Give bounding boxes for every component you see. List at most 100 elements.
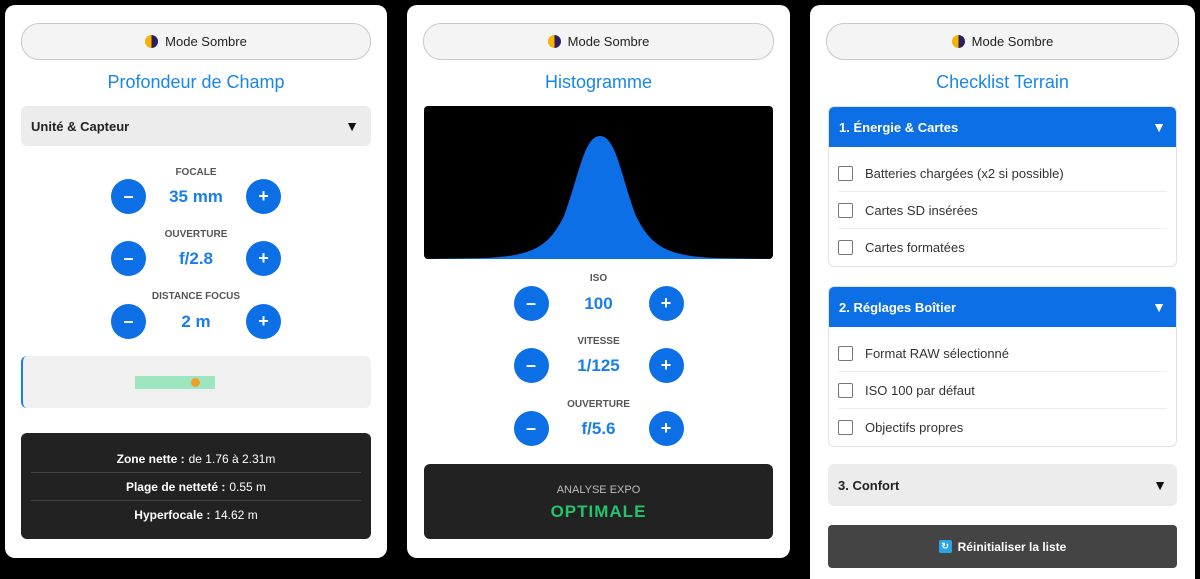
focal-value: 35 mm <box>169 186 223 206</box>
section-header-camera[interactable]: 2. Réglages Boîtier ▼ <box>829 287 1176 327</box>
checklist-title: Checklist Terrain <box>936 72 1069 92</box>
section-header-comfort[interactable]: 3. Confort ▼ <box>828 464 1177 506</box>
checklist-item[interactable]: Objectifs propres <box>838 409 1167 446</box>
half-moon-icon <box>145 35 159 48</box>
histogram-curve <box>424 136 773 259</box>
aperture-increase-button[interactable]: + <box>246 241 281 276</box>
minus-icon: – <box>525 293 536 313</box>
checklist-item[interactable]: Cartes SD insérées <box>838 192 1167 229</box>
plus-icon: + <box>660 293 672 313</box>
iso-stepper: – 100 + <box>407 286 790 321</box>
unit-sensor-accordion[interactable]: Unité & Capteur ▼ <box>21 106 371 146</box>
checklist-item-label: ISO 100 par défaut <box>865 382 975 398</box>
section-body: Format RAW sélectionné ISO 100 par défau… <box>829 327 1176 446</box>
plus-icon: + <box>258 311 269 331</box>
accordion-label: Unité & Capteur <box>31 118 130 134</box>
focal-label: FOCALE <box>175 167 217 178</box>
plus-icon: + <box>258 248 269 268</box>
result-label: Plage de netteté : <box>125 479 226 494</box>
focus-decrease-button[interactable]: – <box>111 304 146 339</box>
aperture-decrease-button[interactable]: – <box>513 411 549 446</box>
shutter-value: 1/125 <box>577 355 620 375</box>
dark-mode-label: Mode Sombre <box>567 34 650 49</box>
dark-mode-button[interactable]: Mode Sombre <box>423 23 774 60</box>
aperture-decrease-button[interactable]: – <box>111 241 146 276</box>
histogram-graph <box>424 136 773 259</box>
sharp-zone-bar <box>135 376 215 389</box>
checklist-item-label: Batteries chargées (x2 si possible) <box>865 165 1064 181</box>
dark-mode-button[interactable]: Mode Sombre <box>826 23 1179 60</box>
histogram-display <box>424 106 773 259</box>
checklist-item[interactable]: ISO 100 par défaut <box>838 372 1167 409</box>
minus-icon: – <box>525 418 536 438</box>
checklist-item-label: Objectifs propres <box>865 420 964 435</box>
plus-icon: + <box>660 355 672 375</box>
checklist-item-label: Cartes SD insérées <box>865 202 978 218</box>
checklist-section-energy: 1. Énergie & Cartes ▼ Batteries chargées… <box>828 106 1177 267</box>
dark-mode-label: Mode Sombre <box>971 34 1054 49</box>
checkbox[interactable] <box>838 165 853 181</box>
shutter-decrease-button[interactable]: – <box>513 348 549 383</box>
checklist-card: Mode Sombre Checklist Terrain 1. Énergie… <box>810 5 1195 579</box>
focal-increase-button[interactable]: + <box>246 179 281 214</box>
checkbox[interactable] <box>838 382 853 398</box>
focus-point-marker <box>191 378 200 387</box>
aperture-stepper: – f/5.6 + <box>407 411 790 446</box>
histogram-card: Mode Sombre Histogramme ISO – 100 + VITE… <box>407 5 790 558</box>
dark-mode-button[interactable]: Mode Sombre <box>21 23 371 60</box>
focus-distance-value: 2 m <box>181 311 211 331</box>
result-row-sharp-zone: Zone nette : de 1.76 à 2.31m <box>31 445 361 473</box>
aperture-increase-button[interactable]: + <box>648 411 684 446</box>
result-value: de 1.76 à 2.31m <box>188 451 276 466</box>
minus-icon: – <box>123 186 134 206</box>
iso-value: 100 <box>584 293 613 313</box>
checklist-item-label: Format RAW sélectionné <box>865 345 1010 361</box>
checkbox[interactable] <box>838 202 853 218</box>
dof-title: Profondeur de Champ <box>107 72 285 92</box>
focal-stepper: – 35 mm + <box>5 179 387 214</box>
caret-down-icon: ▼ <box>1153 477 1167 493</box>
iso-increase-button[interactable]: + <box>648 286 684 321</box>
iso-label: ISO <box>589 273 608 284</box>
exposure-analysis-value: OPTIMALE <box>550 502 647 521</box>
dof-card: Mode Sombre Profondeur de Champ Unité & … <box>5 5 387 558</box>
histogram-title: Histogramme <box>544 72 653 92</box>
dark-mode-label: Mode Sombre <box>165 34 247 49</box>
dof-results: Zone nette : de 1.76 à 2.31m Plage de ne… <box>21 433 371 539</box>
focal-decrease-button[interactable]: – <box>111 179 146 214</box>
focus-distance-label: DISTANCE FOCUS <box>151 291 241 302</box>
section-title: 1. Énergie & Cartes <box>839 119 959 135</box>
reset-list-button[interactable]: ↻ Réinitialiser la liste <box>828 525 1177 568</box>
exposure-analysis-label: ANALYSE EXPO <box>556 484 641 496</box>
aperture-stepper: – f/2.8 + <box>5 241 387 276</box>
shutter-increase-button[interactable]: + <box>648 348 684 383</box>
aperture-label: OUVERTURE <box>164 229 228 240</box>
section-body: Batteries chargées (x2 si possible) Cart… <box>829 147 1176 266</box>
section-header-energy[interactable]: 1. Énergie & Cartes ▼ <box>829 107 1176 147</box>
result-row-hyperfocal: Hyperfocale : 14.62 m <box>31 501 361 529</box>
shutter-stepper: – 1/125 + <box>407 348 790 383</box>
aperture-value: f/5.6 <box>581 418 616 438</box>
checkbox[interactable] <box>838 345 853 361</box>
caret-down-icon: ▼ <box>345 118 359 134</box>
caret-down-icon: ▼ <box>1152 119 1166 135</box>
minus-icon: – <box>123 248 134 268</box>
result-label: Hyperfocale : <box>134 508 211 522</box>
minus-icon: – <box>525 355 536 375</box>
result-value: 14.62 m <box>214 508 258 522</box>
focus-increase-button[interactable]: + <box>246 304 281 339</box>
iso-decrease-button[interactable]: – <box>513 286 549 321</box>
checkbox[interactable] <box>838 240 853 255</box>
checklist-item[interactable]: Format RAW sélectionné <box>838 335 1167 372</box>
refresh-icon: ↻ <box>938 540 952 553</box>
checkbox[interactable] <box>838 420 853 435</box>
aperture-value: f/2.8 <box>178 248 214 268</box>
checklist-item[interactable]: Batteries chargées (x2 si possible) <box>838 155 1167 192</box>
section-title: 3. Confort <box>838 477 900 493</box>
shutter-label: VITESSE <box>577 336 620 347</box>
minus-icon: – <box>123 311 134 331</box>
aperture-label: OUVERTURE <box>567 399 630 410</box>
exposure-analysis-panel: ANALYSE EXPO OPTIMALE <box>424 464 773 539</box>
checklist-item[interactable]: Cartes formatées <box>838 229 1167 266</box>
plus-icon: + <box>660 418 672 438</box>
